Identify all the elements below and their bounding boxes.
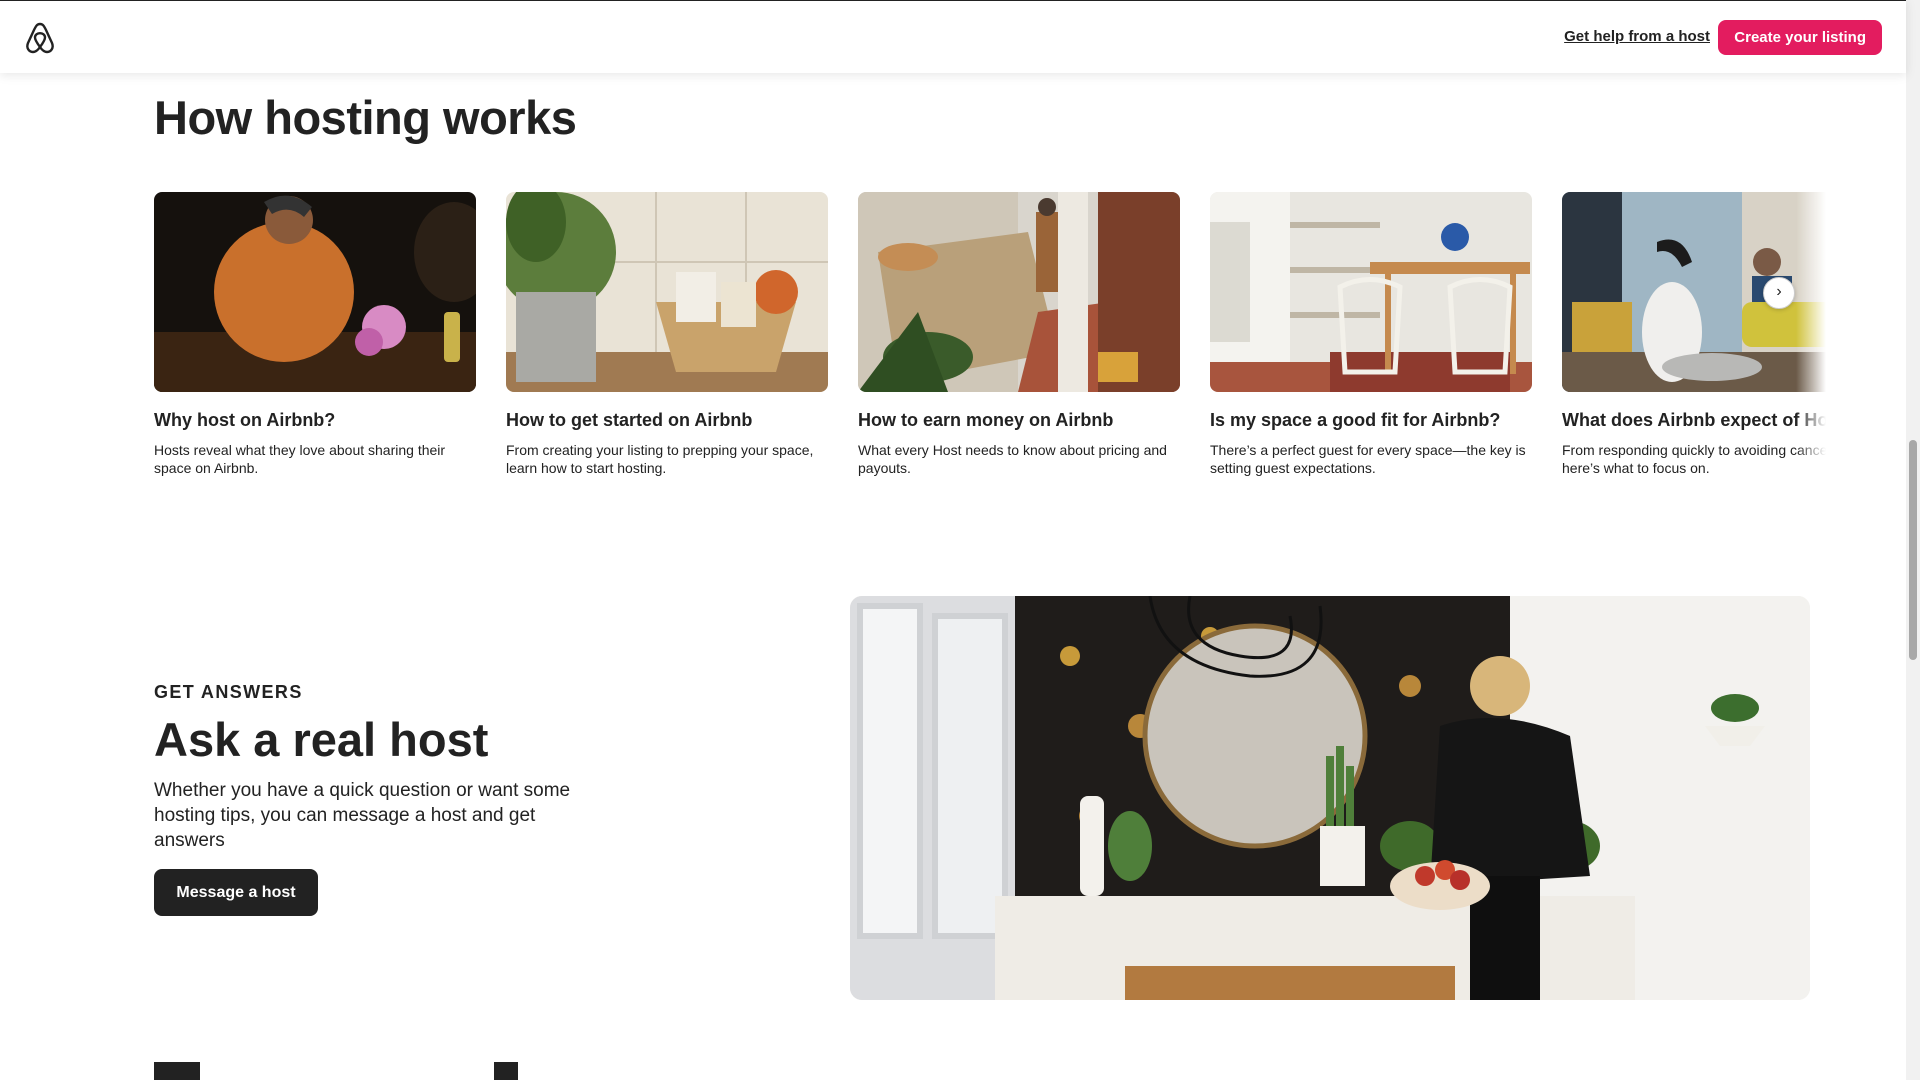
ask-real-host-title: Ask a real host [154,713,489,766]
get-answers-eyebrow: GET ANSWERS [154,682,303,702]
guide-card-title[interactable]: What does Airbnb expect of Hosts? [1562,410,1826,431]
guide-card-description: From responding quickly to avoiding canc… [1562,442,1826,476]
ask-real-host-description: Whether you have a quick question or wan… [154,780,571,851]
create-listing-button[interactable]: Create your listing [1718,20,1882,55]
host-hero-image [850,596,1810,1000]
guide-card-title[interactable]: Is my space a good fit for Airbnb? [1210,410,1532,431]
guide-card[interactable]: Why host on Airbnb? Hosts reveal what th… [154,192,476,477]
guide-card-title[interactable]: Why host on Airbnb? [154,410,476,431]
carousel-fade-overlay [1796,192,1826,492]
guide-card[interactable]: What does Airbnb expect of Hosts? From r… [1562,192,1826,477]
next-section-title-peek [154,1062,554,1080]
guide-card-image [506,192,828,392]
guide-card-title[interactable]: How to get started on Airbnb [506,410,828,431]
guide-card-image [858,192,1180,392]
chevron-right-icon[interactable]: › [1763,277,1795,309]
guide-card-description: From creating your listing to prepping y… [506,442,814,476]
top-navigation-bar: Get help from a host Create your listing [0,0,1906,73]
message-host-button[interactable]: Message a host [154,869,318,916]
guide-card-description: Hosts reveal what they love about sharin… [154,442,446,476]
guide-card-image [154,192,476,392]
page-scrollbar[interactable] [1906,0,1920,1080]
scrollbar-thumb[interactable] [1909,440,1917,660]
hosting-guides-carousel: Why host on Airbnb? Hosts reveal what th… [154,192,1826,492]
guide-card[interactable]: How to earn money on Airbnb What every H… [858,192,1180,477]
guide-card-description: What every Host needs to know about pric… [858,442,1167,476]
guide-card[interactable]: Is my space a good fit for Airbnb? There… [1210,192,1532,477]
airbnb-logo-icon[interactable] [24,21,56,55]
guide-card-description: There’s a perfect guest for every space—… [1210,442,1526,476]
guide-card[interactable]: How to get started on Airbnb From creati… [506,192,828,477]
guide-card-title[interactable]: How to earn money on Airbnb [858,410,1180,431]
guide-card-image [1210,192,1532,392]
get-help-link[interactable]: Get help from a host [1564,28,1710,45]
how-hosting-works-title: How hosting works [154,91,577,144]
